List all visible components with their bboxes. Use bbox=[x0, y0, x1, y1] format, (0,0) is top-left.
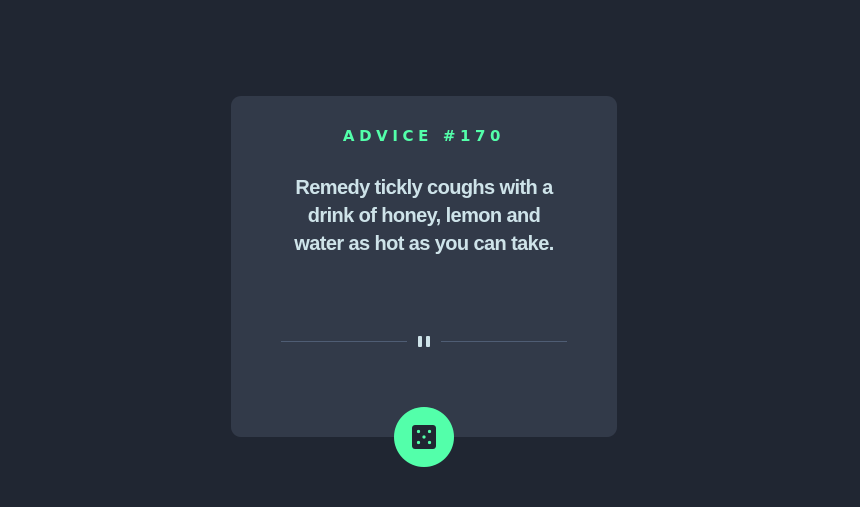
pause-icon bbox=[418, 336, 430, 347]
page: ADVICE #170 Remedy tickly coughs with a … bbox=[0, 0, 860, 507]
advice-number-title: ADVICE #170 bbox=[342, 127, 506, 145]
pattern-divider bbox=[281, 334, 567, 348]
new-advice-button[interactable] bbox=[394, 407, 454, 467]
advice-quote: Remedy tickly coughs with a drink of hon… bbox=[294, 177, 554, 255]
dice-icon bbox=[412, 425, 436, 449]
advice-card: ADVICE #170 Remedy tickly coughs with a … bbox=[231, 96, 617, 437]
divider-line-right bbox=[441, 341, 567, 342]
divider-line-left bbox=[281, 341, 407, 342]
